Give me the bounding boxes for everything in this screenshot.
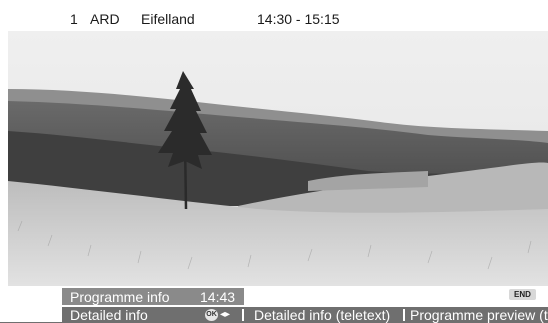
ok-button-icon[interactable]: OK bbox=[205, 309, 218, 321]
current-time: 14:43 bbox=[200, 289, 236, 305]
option-bar: Detailed info OK ◂▸ Detailed info (telet… bbox=[62, 307, 548, 323]
programme-time-range: 14:30 - 15:15 bbox=[257, 11, 340, 27]
separator bbox=[403, 309, 405, 321]
end-key-icon[interactable]: END bbox=[509, 289, 536, 300]
programme-number: 1 bbox=[70, 11, 78, 27]
separator bbox=[242, 309, 244, 321]
detailed-info-teletext-option[interactable]: Detailed info (teletext) bbox=[254, 307, 390, 323]
detailed-info-option[interactable]: Detailed info bbox=[70, 307, 148, 323]
channel-name: ARD bbox=[90, 11, 120, 27]
programme-header: 1 ARD Eifelland 14:30 - 15:15 bbox=[0, 0, 548, 31]
programme-info-label: Programme info bbox=[70, 289, 170, 305]
left-right-arrows-icon: ◂▸ bbox=[220, 309, 231, 320]
programme-title: Eifelland bbox=[141, 11, 195, 27]
programme-info-bar: Programme info 14:43 bbox=[62, 288, 244, 305]
tv-picture bbox=[8, 31, 548, 286]
programme-preview-option[interactable]: Programme preview (t bbox=[410, 307, 548, 323]
